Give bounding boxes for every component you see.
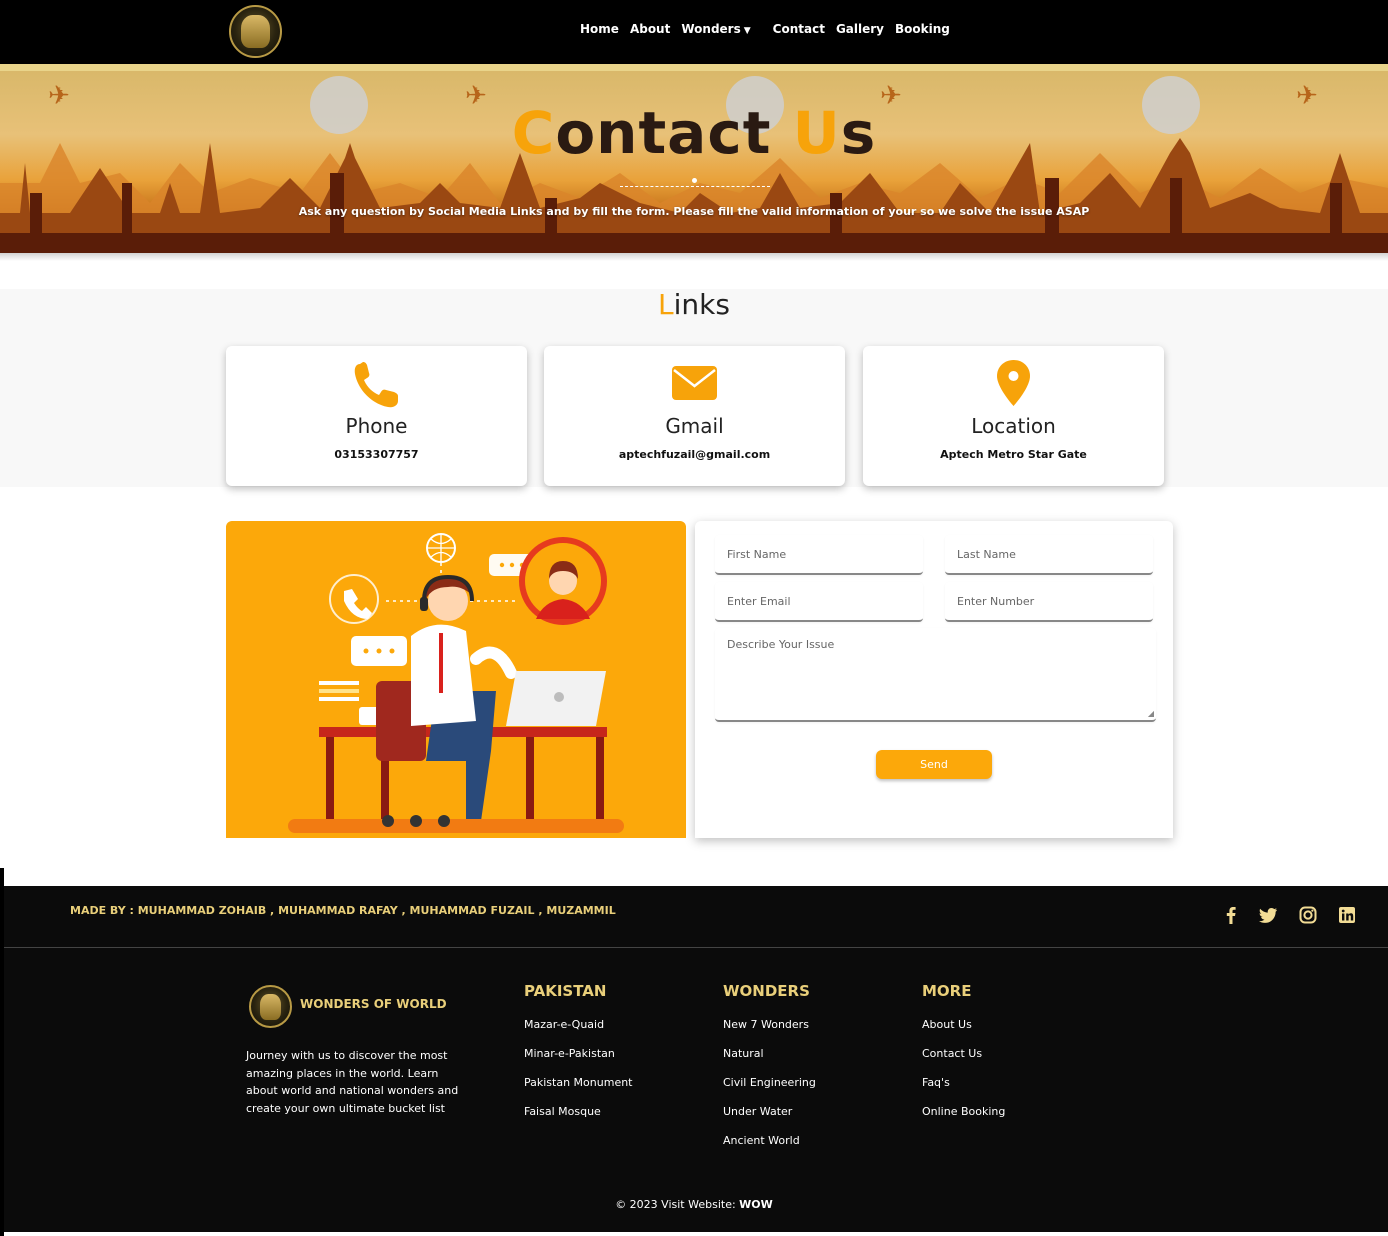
hero-banner: ✈ ✈ ✈ ✈ Contact Us Ask any question by S… [0, 71, 1388, 253]
site-logo[interactable] [229, 5, 282, 58]
location-card-title: Location [971, 414, 1056, 438]
footer-link-under-water[interactable]: Under Water [723, 1105, 792, 1118]
copyright-prefix: © 2023 Visit Website: [615, 1198, 740, 1211]
hero-title-part-1: ontact [555, 99, 793, 167]
footer-link-new-7-wonders[interactable]: New 7 Wonders [723, 1018, 809, 1031]
issue-placeholder: Describe Your Issue [727, 638, 835, 651]
footer-col-wonders-title: WONDERS [723, 982, 810, 1000]
navbar: Home About Wonders ▼ Contact Gallery Book… [0, 0, 1388, 64]
number-field[interactable]: Enter Number [945, 582, 1153, 622]
copyright: © 2023 Visit Website: WOW [0, 1198, 1388, 1211]
nav-contact[interactable]: Contact [773, 22, 825, 36]
footer-link-about-us[interactable]: About Us [922, 1018, 972, 1031]
nav-booking[interactable]: Booking [895, 22, 950, 36]
footer-divider [4, 947, 1388, 948]
footer-link-contact-us[interactable]: Contact Us [922, 1047, 982, 1060]
footer-link-pakistan-monument[interactable]: Pakistan Monument [524, 1076, 633, 1089]
footer-link-faqs[interactable]: Faq's [922, 1076, 950, 1089]
links-title-letter: L [658, 288, 674, 321]
nav-home[interactable]: Home [580, 22, 619, 36]
links-title: Links [0, 288, 1388, 321]
footer-link-online-booking[interactable]: Online Booking [922, 1105, 1005, 1118]
nav-wonders-label: Wonders [681, 22, 741, 36]
linkedin-icon[interactable] [1337, 905, 1357, 925]
footer-link-mazar-e-quaid[interactable]: Mazar-e-Quaid [524, 1018, 604, 1031]
hero-shadow [0, 253, 1388, 261]
chevron-down-icon: ▼ [743, 26, 751, 36]
footer-brand: WONDERS OF WORLD [300, 997, 447, 1011]
hero-title-letter-u: U [792, 99, 841, 167]
location-pin-icon [997, 360, 1030, 406]
send-button[interactable]: Send [876, 750, 992, 779]
first-name-field[interactable]: First Name [715, 535, 923, 575]
twitter-icon[interactable] [1258, 905, 1278, 925]
location-card[interactable]: Location Aptech Metro Star Gate [863, 346, 1164, 486]
phone-card-title: Phone [345, 414, 408, 438]
nav-wonders-dropdown[interactable]: Wonders ▼ [681, 22, 761, 36]
gmail-card-value: aptechfuzail@gmail.com [618, 448, 771, 461]
made-by-text: MADE BY : MUHAMMAD ZOHAIB , MUHAMMAD RAF… [70, 904, 616, 917]
footer-link-civil-engineering[interactable]: Civil Engineering [723, 1076, 816, 1089]
copyright-site-link[interactable]: WOW [739, 1198, 773, 1211]
hero-subtitle: Ask any question by Social Media Links a… [298, 205, 1090, 218]
gmail-card-title: Gmail [665, 414, 724, 438]
footer-link-ancient-world[interactable]: Ancient World [723, 1134, 800, 1147]
hero-title: Contact Us [0, 99, 1388, 167]
footer-col-more-title: MORE [922, 982, 972, 1000]
nav-about[interactable]: About [630, 22, 670, 36]
footer-link-natural[interactable]: Natural [723, 1047, 764, 1060]
hero-divider [620, 186, 770, 187]
footer [4, 886, 1388, 1232]
support-agent-illustration [288, 533, 624, 833]
phone-icon [354, 362, 398, 408]
hero-divider-dot [692, 178, 697, 183]
footer-about-text: Journey with us to discover the most ama… [246, 1049, 459, 1115]
last-name-field[interactable]: Last Name [945, 535, 1153, 575]
footer-logo[interactable] [249, 985, 292, 1028]
hero-top-stripe [0, 64, 1388, 71]
phone-card-value: 03153307757 [334, 448, 419, 461]
nav-gallery[interactable]: Gallery [836, 22, 884, 36]
hero-title-part-2: s [840, 99, 877, 167]
footer-link-minar-e-pakistan[interactable]: Minar-e-Pakistan [524, 1047, 615, 1060]
gmail-card[interactable]: Gmail aptechfuzail@gmail.com [544, 346, 845, 486]
support-illustration [226, 521, 686, 838]
links-title-rest: inks [673, 288, 730, 321]
nav-links: Home About Wonders ▼ Contact Gallery Book… [580, 22, 961, 36]
issue-textarea[interactable]: Describe Your Issue ◢ [715, 628, 1156, 722]
hero-title-letter-c: C [511, 99, 556, 167]
envelope-icon [672, 366, 717, 400]
instagram-icon[interactable] [1298, 905, 1318, 925]
facebook-icon[interactable] [1221, 905, 1241, 925]
location-card-value: Aptech Metro Star Gate [940, 448, 1087, 461]
footer-col-pakistan-title: PAKISTAN [524, 982, 607, 1000]
footer-link-faisal-mosque[interactable]: Faisal Mosque [524, 1105, 601, 1118]
resize-handle-icon[interactable]: ◢ [1148, 709, 1154, 718]
phone-card[interactable]: Phone 03153307757 [226, 346, 527, 486]
email-field[interactable]: Enter Email [715, 582, 923, 622]
